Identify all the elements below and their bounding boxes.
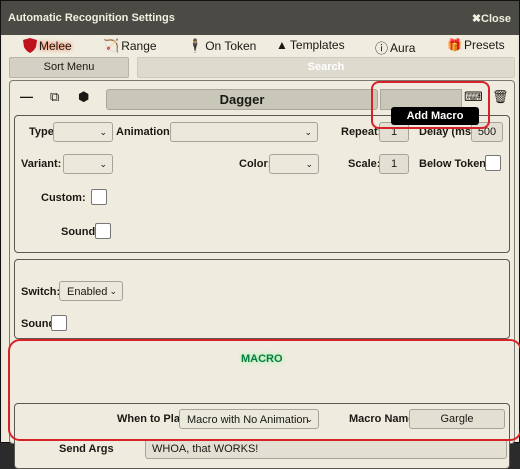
tab-range[interactable]: 🏹 Range xyxy=(103,38,157,54)
switch-sound-checkbox[interactable] xyxy=(51,315,67,331)
shapes-icon: ▲ xyxy=(276,38,288,52)
trash-icon[interactable]: 🗑 xyxy=(492,89,509,105)
color-label: Color: xyxy=(239,158,272,170)
scale-label: Scale: xyxy=(348,158,381,170)
close-label: Close xyxy=(481,13,511,25)
entry-name-field[interactable]: Dagger xyxy=(106,89,378,110)
tab-bar: Melee 🏹 Range 🕴 On Token ▲ Templates ⓘ A… xyxy=(3,35,517,57)
search-input[interactable]: Search xyxy=(137,57,515,78)
chevron-down-icon: ⌄ xyxy=(99,159,107,169)
chevron-down-icon: ⌄ xyxy=(304,127,312,137)
tab-label: Melee xyxy=(39,38,72,53)
highlight-macro-box xyxy=(8,339,520,441)
shield-icon xyxy=(23,38,37,53)
tab-label: Range xyxy=(121,39,157,53)
tab-label: Templates xyxy=(289,38,345,52)
variant-select[interactable]: ⌄ xyxy=(63,154,113,174)
tab-label: On Token xyxy=(205,39,257,53)
tab-templates[interactable]: ▲ Templates xyxy=(276,38,345,52)
chevron-down-icon: ⌄ xyxy=(99,127,107,137)
send-args-label: Send Args xyxy=(59,443,114,455)
below-token-checkbox[interactable] xyxy=(485,155,501,171)
tab-presets[interactable]: 🎁 Presets xyxy=(447,38,505,52)
variant-label: Variant: xyxy=(21,158,62,170)
switch-card: Switch: Enabled ⌄ Sound xyxy=(14,259,510,339)
switch-select[interactable]: Enabled ⌄ xyxy=(59,281,123,301)
type-label: Type xyxy=(29,126,54,138)
custom-label: Custom: xyxy=(41,192,86,204)
custom-checkbox[interactable] xyxy=(91,189,107,205)
settings-window: Automatic Recognition Settings ✖Close Me… xyxy=(0,0,520,469)
chevron-down-icon: ⌄ xyxy=(109,286,117,296)
scale-input[interactable]: 1 xyxy=(379,154,409,174)
tab-melee[interactable]: Melee xyxy=(23,38,72,53)
color-select[interactable]: ⌄ xyxy=(269,154,319,174)
switch-label: Switch: xyxy=(21,286,61,298)
chevron-down-icon: ⌄ xyxy=(305,159,313,169)
send-args-input[interactable]: WHOA, that WORKS! xyxy=(145,439,507,459)
archer-icon: 🏹 xyxy=(103,38,120,53)
tab-label: Aura xyxy=(390,40,416,55)
type-select[interactable]: ⌄ xyxy=(53,122,113,142)
tab-label: Presets xyxy=(463,38,505,52)
animation-settings-card: Type ⌄ Animation: ⌄ Repeat: 1 Delay (ms)… xyxy=(14,115,510,253)
sound-checkbox[interactable] xyxy=(95,223,111,239)
gift-icon: 🎁 xyxy=(447,38,462,52)
switch-select-value: Enabled xyxy=(67,286,108,298)
window-title: Automatic Recognition Settings xyxy=(8,12,175,24)
copy-icon[interactable]: ⧉ xyxy=(50,89,59,105)
circle-info-icon: ⓘ xyxy=(375,41,389,56)
title-bar: Automatic Recognition Settings ✖Close xyxy=(1,1,519,35)
cube-icon[interactable]: ⬢ xyxy=(78,89,89,105)
below-token-label: Below Token: xyxy=(419,158,490,170)
sound-label: Sound xyxy=(61,226,96,238)
highlight-keyboard-box xyxy=(371,81,490,129)
tab-on-token[interactable]: 🕴 On Token xyxy=(187,38,256,54)
person-icon: 🕴 xyxy=(187,38,204,53)
animation-label: Animation: xyxy=(116,126,174,138)
collapse-icon[interactable]: — xyxy=(20,89,33,104)
animation-select[interactable]: ⌄ xyxy=(170,122,318,142)
tab-aura[interactable]: ⓘ Aura xyxy=(375,38,415,57)
sort-menu-button[interactable]: Sort Menu xyxy=(9,57,129,78)
close-button[interactable]: ✖Close xyxy=(472,12,511,25)
